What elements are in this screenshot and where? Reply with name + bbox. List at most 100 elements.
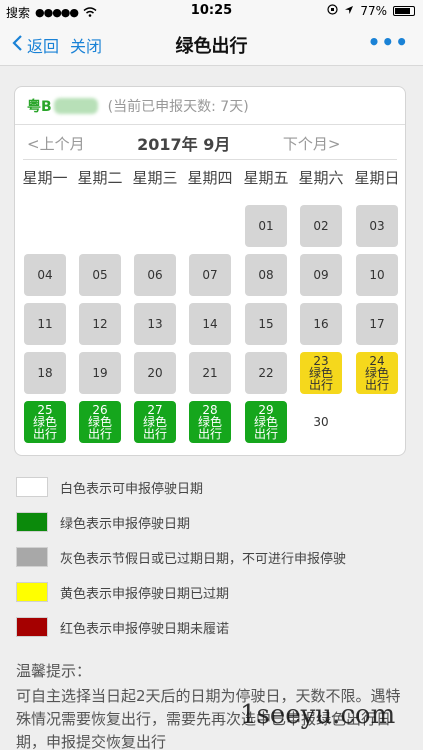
battery-icon	[393, 6, 415, 16]
legend-swatch	[16, 547, 48, 567]
day-cell-25[interactable]: 25 绿色 出行	[24, 401, 66, 443]
day-number: 30	[313, 415, 329, 429]
calendar-card: 粤B (当前已申报天数: 7天) <上个月 2017年 9月 下个月> 星期一星…	[14, 86, 406, 456]
day-cell-16[interactable]: 16	[300, 303, 342, 345]
day-number: 19	[92, 366, 108, 380]
day-cell-22[interactable]: 22	[245, 352, 287, 394]
status-right: 77%	[327, 4, 415, 18]
day-number: 15	[258, 317, 274, 331]
weekday-label: 星期四	[187, 169, 233, 187]
legend-swatch	[16, 477, 48, 497]
day-number: 08	[258, 268, 274, 282]
day-cell-30[interactable]: 30	[300, 401, 342, 443]
status-bar: 搜索 ●●●●● 10:25 77%	[0, 0, 423, 22]
day-number: 17	[369, 317, 385, 331]
day-cell-20[interactable]: 20	[134, 352, 176, 394]
day-cell-08[interactable]: 08	[245, 254, 287, 296]
calendar-header: 粤B (当前已申报天数: 7天)	[15, 87, 405, 125]
day-number: 20	[147, 366, 163, 380]
close-button[interactable]: 关闭	[70, 33, 102, 57]
day-cell-26[interactable]: 26 绿色 出行	[79, 401, 121, 443]
weekday-header: 星期一 星期二 星期三 星期四 星期五 星期六 星期日	[15, 167, 407, 191]
chevron-left-icon	[12, 34, 23, 56]
day-number: 12	[92, 317, 108, 331]
watermark: 1seeyu.com	[240, 700, 396, 730]
day-cell-06[interactable]: 06	[134, 254, 176, 296]
weekday-label: 星期六	[298, 169, 344, 187]
day-cell-02[interactable]: 02	[300, 205, 342, 247]
declared-days-count: (当前已申报天数: 7天)	[107, 98, 249, 115]
legend-item: 灰色表示节假日或已过期日期，不可进行申报停驶	[16, 546, 346, 568]
prev-month-button[interactable]: <上个月	[27, 133, 85, 154]
legend-label: 红色表示申报停驶日期未履诺	[60, 621, 230, 637]
day-number: 16	[313, 317, 329, 331]
legend-swatch	[16, 582, 48, 602]
legend-item: 黄色表示申报停驶日期已过期	[16, 581, 229, 603]
day-number: 03	[369, 219, 385, 233]
day-cell-11[interactable]: 11	[24, 303, 66, 345]
day-number: 13	[147, 317, 163, 331]
day-number: 07	[202, 268, 218, 282]
day-cell-15[interactable]: 15	[245, 303, 287, 345]
day-cell-27[interactable]: 27 绿色 出行	[134, 401, 176, 443]
legend-item: 绿色表示申报停驶日期	[16, 511, 190, 533]
day-number: 09	[313, 268, 329, 282]
day-cell-24[interactable]: 24 绿色 出行	[356, 352, 398, 394]
day-status-text: 出行	[142, 427, 167, 441]
day-cell-21[interactable]: 21	[189, 352, 231, 394]
legend-item: 白色表示可申报停驶日期	[16, 476, 203, 498]
day-cell-09[interactable]: 09	[300, 254, 342, 296]
day-status-text: 出行	[308, 378, 333, 392]
day-cell-17[interactable]: 17	[356, 303, 398, 345]
legend-swatch	[16, 617, 48, 637]
day-cell-07[interactable]: 07	[189, 254, 231, 296]
orientation-lock-icon	[327, 4, 338, 18]
legend-label: 黄色表示申报停驶日期已过期	[60, 586, 230, 602]
tips-title: 温馨提示：	[16, 662, 92, 680]
day-cell-12[interactable]: 12	[79, 303, 121, 345]
weekday-label: 星期一	[22, 169, 68, 187]
divider	[23, 159, 397, 160]
day-cell-04[interactable]: 04	[24, 254, 66, 296]
day-cell-23[interactable]: 23 绿色 出行	[300, 352, 342, 394]
day-status-text: 出行	[253, 427, 278, 441]
legend-label: 灰色表示节假日或已过期日期，不可进行申报停驶	[60, 551, 347, 567]
weekday-label: 星期二	[77, 169, 123, 187]
day-cell-03[interactable]: 03	[356, 205, 398, 247]
day-cell-05[interactable]: 05	[79, 254, 121, 296]
day-cell-19[interactable]: 19	[79, 352, 121, 394]
legend-label: 绿色表示申报停驶日期	[60, 516, 191, 532]
weekday-label: 星期三	[132, 169, 178, 187]
current-month: 2017年 9月	[137, 135, 231, 154]
page-title: 绿色出行	[175, 36, 248, 57]
day-cell-29[interactable]: 29 绿色 出行	[245, 401, 287, 443]
day-number: 14	[202, 317, 218, 331]
day-number: 18	[37, 366, 53, 380]
day-number: 22	[258, 366, 274, 380]
day-cell-28[interactable]: 28 绿色 出行	[189, 401, 231, 443]
day-status-text: 出行	[87, 427, 112, 441]
day-cell-14[interactable]: 14	[189, 303, 231, 345]
battery-percent: 77%	[360, 4, 387, 18]
day-status-text: 出行	[32, 427, 57, 441]
day-number: 21	[202, 366, 218, 380]
day-cell-10[interactable]: 10	[356, 254, 398, 296]
plate-redaction	[53, 97, 98, 114]
day-number: 04	[37, 268, 53, 282]
day-number: 10	[369, 268, 385, 282]
day-cell-13[interactable]: 13	[134, 303, 176, 345]
day-cell-18[interactable]: 18	[24, 352, 66, 394]
license-plate: 粤B	[27, 98, 52, 115]
more-icon[interactable]: •••	[368, 30, 409, 54]
next-month-button[interactable]: 下个月>	[283, 133, 341, 154]
month-switcher: <上个月 2017年 9月 下个月>	[27, 129, 393, 157]
weekday-label: 星期日	[354, 169, 400, 187]
back-button[interactable]: 返回	[12, 33, 59, 57]
day-number: 06	[147, 268, 163, 282]
day-number: 05	[92, 268, 108, 282]
day-cell-01[interactable]: 01	[245, 205, 287, 247]
day-status-text: 出行	[197, 427, 222, 441]
day-number: 11	[37, 317, 53, 331]
weekday-label: 星期五	[243, 169, 289, 187]
legend-swatch	[16, 512, 48, 532]
